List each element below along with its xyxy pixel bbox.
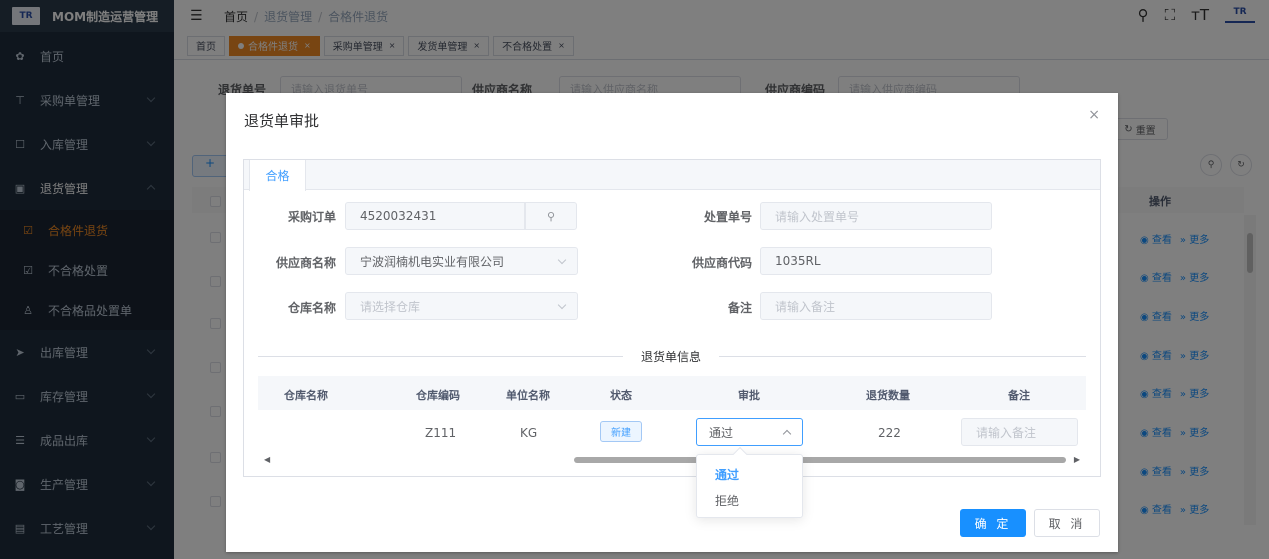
supplier-code-input[interactable]: 1035RL	[760, 247, 992, 275]
cell-warehouse-code: Z111	[425, 426, 457, 440]
approval-dialog: 退货单审批 × 合格 采购订单 4520032431 ⚲ 处置单号 请输入处置单…	[226, 93, 1118, 552]
approval-dropdown: 通过 拒绝	[696, 446, 803, 518]
col-warehouse-code: 仓库编码	[416, 389, 460, 402]
disposal-input[interactable]: 请输入处置单号	[760, 202, 992, 230]
approval-select[interactable]: 通过	[696, 418, 803, 446]
supplier-code-label: 供应商代码	[691, 256, 752, 270]
remark-label: 备注	[727, 301, 752, 315]
confirm-button[interactable]: 确 定	[960, 509, 1026, 537]
cell-unit: KG	[520, 426, 538, 440]
po-input[interactable]: 4520032431	[345, 202, 525, 230]
close-icon[interactable]: ×	[1088, 107, 1100, 123]
chevron-down-icon	[557, 255, 567, 265]
option-approve[interactable]: 通过	[715, 466, 739, 483]
approval-value: 通过	[709, 425, 734, 440]
note-input[interactable]: 请输入备注	[961, 418, 1078, 446]
col-approval: 审批	[738, 389, 760, 402]
col-note: 备注	[1008, 389, 1030, 402]
status-badge: 新建	[600, 421, 642, 442]
cell-return-qty: 222	[878, 426, 901, 440]
tab-qualified[interactable]: 合格	[249, 160, 306, 191]
option-reject[interactable]: 拒绝	[715, 492, 739, 509]
warehouse-label: 仓库名称	[287, 301, 336, 315]
search-icon[interactable]: ⚲	[525, 202, 577, 230]
card-tabs	[244, 160, 1100, 190]
supplier-label: 供应商名称	[275, 256, 336, 270]
supplier-select[interactable]: 宁波润楠机电实业有限公司	[345, 247, 578, 275]
supplier-value: 宁波润楠机电实业有限公司	[360, 254, 505, 269]
scroll-left-icon[interactable]: ◀	[264, 455, 270, 464]
form-card: 合格 采购订单 4520032431 ⚲ 处置单号 请输入处置单号 供应商名称 …	[243, 159, 1101, 477]
items-horizontal-scrollbar[interactable]: ◀ ▶	[258, 454, 1086, 466]
warehouse-select[interactable]: 请选择仓库	[345, 292, 578, 320]
cancel-button[interactable]: 取 消	[1034, 509, 1100, 537]
dialog-title: 退货单审批	[244, 112, 320, 130]
col-warehouse-name: 仓库名称	[284, 389, 328, 402]
scrollbar-thumb[interactable]	[574, 457, 1066, 463]
col-unit-name: 单位名称	[506, 389, 550, 402]
chevron-down-icon	[557, 300, 567, 310]
scroll-right-icon[interactable]: ▶	[1074, 455, 1080, 464]
po-label: 采购订单	[287, 210, 336, 224]
section-title: 退货单信息	[623, 348, 720, 365]
col-return-qty: 退货数量	[866, 389, 910, 402]
items-table-header	[258, 376, 1086, 410]
remark-input[interactable]: 请输入备注	[760, 292, 992, 320]
col-status: 状态	[610, 389, 632, 402]
warehouse-placeholder: 请选择仓库	[360, 299, 421, 314]
disposal-label: 处置单号	[703, 210, 752, 224]
chevron-up-icon	[782, 429, 792, 439]
